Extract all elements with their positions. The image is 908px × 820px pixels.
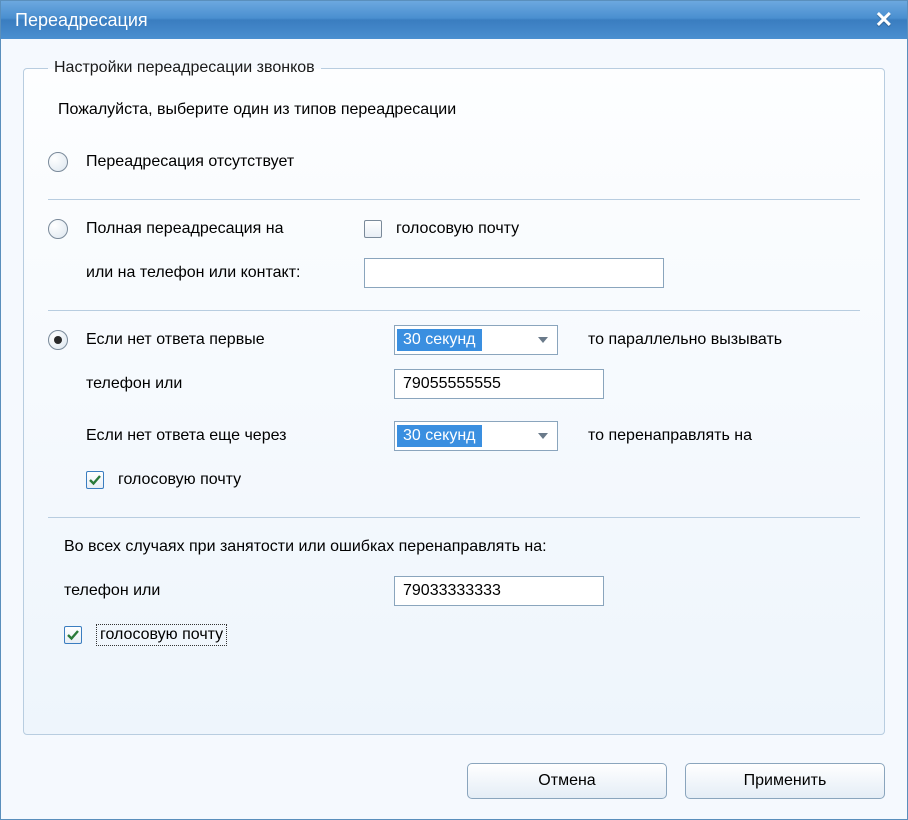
timeout1-value: 30 секунд [397,329,482,351]
timeout2-value: 30 секунд [397,425,482,447]
noanswer-line1-prefix: Если нет ответа первые [86,331,386,349]
chevron-down-icon [529,326,557,354]
busy-section: Во всех случаях при занятости или ошибка… [48,522,860,668]
dialog-window: Переадресация ✕ Настройки переадресации … [0,0,908,820]
checkbox-noanswer-voicemail[interactable] [86,471,104,489]
radio-full-forwarding-label: Полная переадресация на [86,220,356,238]
radio-full-forwarding[interactable] [48,219,68,239]
full-phone-input[interactable] [364,258,664,288]
noanswer-line3-suffix: то перенаправлять на [588,427,752,445]
dialog-body: Настройки переадресации звонков Пожалуйс… [1,39,907,745]
full-phone-label: или на телефон или контакт: [86,264,356,282]
option-full-section: Полная переадресация на голосовую почту … [48,204,860,306]
checkbox-full-voicemail[interactable] [364,220,382,238]
cancel-button[interactable]: Отмена [467,763,667,799]
checkbox-busy-voicemail[interactable] [64,626,82,644]
radio-noanswer[interactable] [48,330,68,350]
spacer [48,374,68,394]
busy-heading: Во всех случаях при занятости или ошибка… [64,538,547,556]
button-bar: Отмена Применить [1,745,907,819]
divider [48,517,860,518]
checkbox-busy-voicemail-label: голосовую почту [96,624,227,646]
noanswer-line3-prefix: Если нет ответа еще через [86,427,386,445]
busy-phone-label: телефон или [64,582,386,600]
noanswer-phone1-input[interactable] [394,369,604,399]
divider [48,199,860,200]
radio-no-forwarding[interactable] [48,152,68,172]
divider [48,310,860,311]
checkbox-full-voicemail-label: голосовую почту [396,220,519,238]
option-none-section: Переадресация отсутствует [48,137,860,195]
spacer [48,581,56,601]
chevron-down-icon [529,422,557,450]
window-title: Переадресация [15,10,148,31]
noanswer-line1-suffix: то параллельно вызывать [588,331,782,349]
busy-phone-input[interactable] [394,576,604,606]
spacer [48,263,68,283]
noanswer-phone1-label: телефон или [86,375,386,393]
instruction-text: Пожалуйста, выберите один из типов переа… [58,101,860,119]
close-icon[interactable]: ✕ [875,7,893,33]
timeout2-dropdown[interactable]: 30 секунд [394,421,558,451]
checkbox-noanswer-voicemail-label: голосовую почту [118,471,241,489]
timeout1-dropdown[interactable]: 30 секунд [394,325,558,355]
option-noanswer-section: Если нет ответа первые 30 секунд то пара… [48,315,860,513]
group-legend: Настройки переадресации звонков [48,59,321,77]
spacer [48,625,56,645]
title-bar: Переадресация ✕ [1,1,907,39]
spacer [48,426,68,446]
spacer [48,470,68,490]
spacer [48,537,56,557]
forwarding-settings-group: Настройки переадресации звонков Пожалуйс… [23,59,885,735]
radio-no-forwarding-label: Переадресация отсутствует [86,153,294,171]
apply-button[interactable]: Применить [685,763,885,799]
